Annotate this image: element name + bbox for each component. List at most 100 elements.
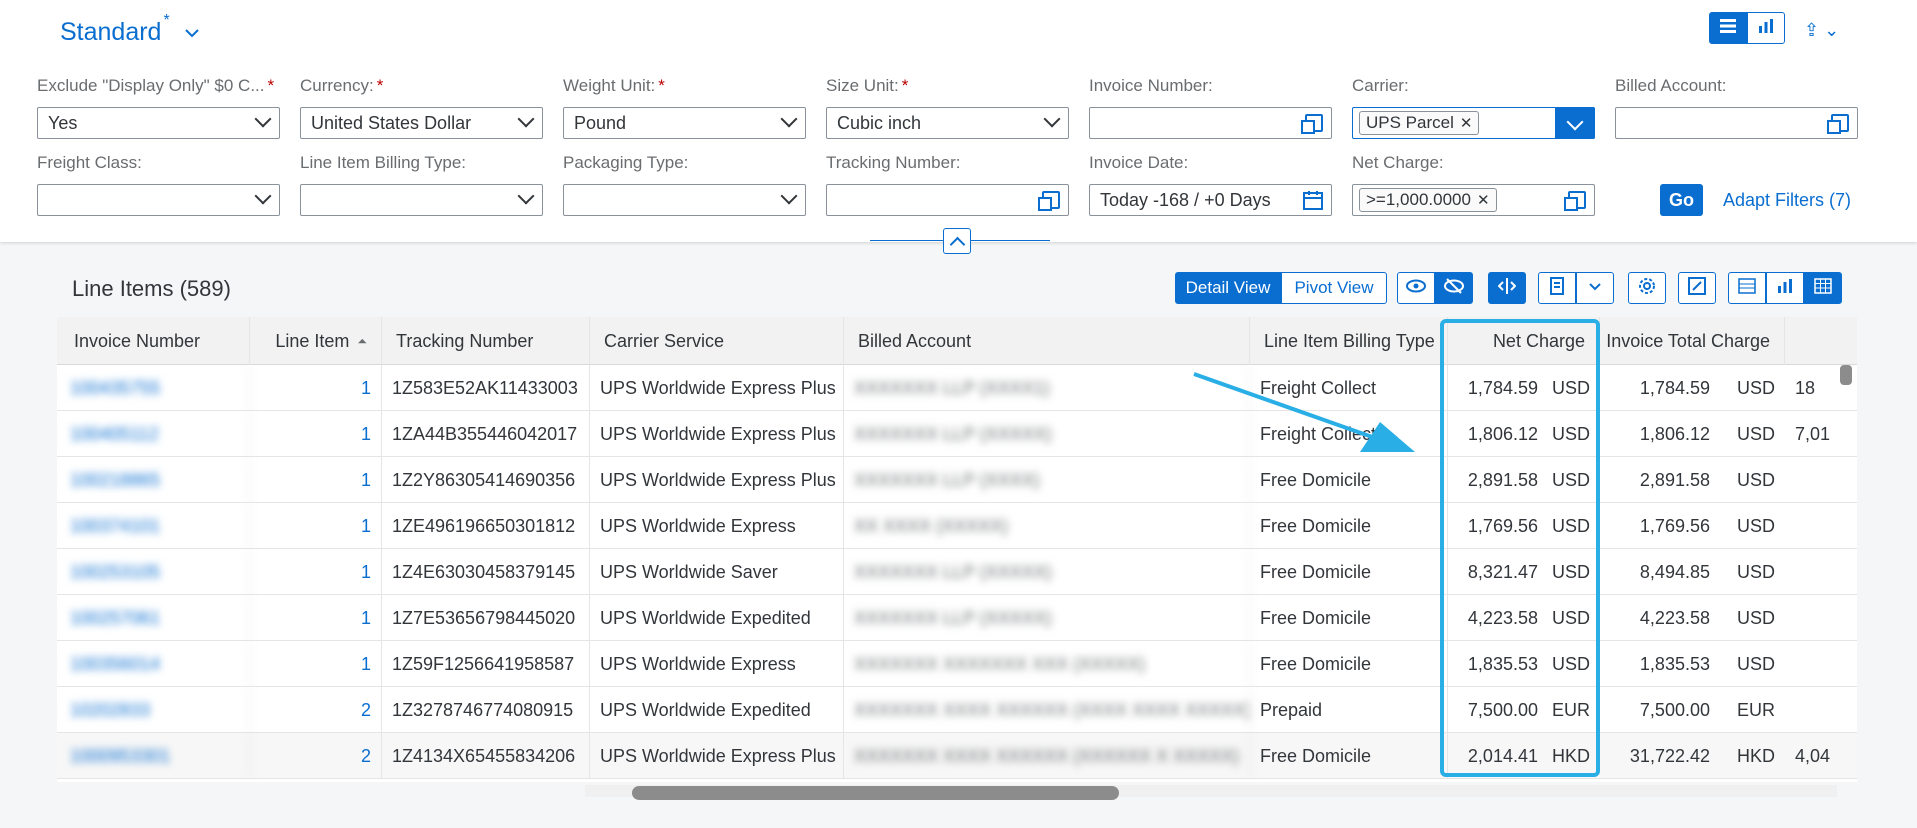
hide-button[interactable] bbox=[1435, 272, 1473, 304]
freight-class-select[interactable] bbox=[37, 184, 280, 216]
col-tracking-number[interactable]: Tracking Number bbox=[382, 317, 590, 365]
value-help-icon[interactable] bbox=[1564, 191, 1586, 211]
col-invoice-number[interactable]: Invoice Number bbox=[60, 317, 250, 365]
cell-inv[interactable]: 1000953301 bbox=[60, 733, 250, 779]
carrier-dropdown-button[interactable] bbox=[1555, 107, 1595, 139]
table-view-button[interactable] bbox=[1709, 12, 1747, 44]
cell-li[interactable]: 1 bbox=[250, 411, 382, 457]
cell-li[interactable]: 1 bbox=[250, 503, 382, 549]
cell-cur: HKD bbox=[1551, 745, 1590, 766]
net-charge-token: >=1,000.0000 ✕ bbox=[1359, 188, 1497, 212]
billing-type-select[interactable] bbox=[300, 184, 543, 216]
cell-li[interactable]: 1 bbox=[250, 595, 382, 641]
share-button[interactable]: ⇪ ⌄ bbox=[1804, 20, 1839, 41]
cell-inv[interactable]: 100374101 bbox=[60, 503, 250, 549]
pivot-view-button[interactable]: Pivot View bbox=[1281, 272, 1387, 304]
cell-inv[interactable]: 100218865 bbox=[60, 457, 250, 503]
carrier-input[interactable]: UPS Parcel ✕ bbox=[1352, 107, 1595, 139]
col-billing-type[interactable]: Line Item Billing Type bbox=[1250, 317, 1448, 365]
col-billed-account[interactable]: Billed Account bbox=[844, 317, 1250, 365]
cell-extra bbox=[1785, 549, 1857, 595]
cell-li[interactable]: 1 bbox=[250, 549, 382, 595]
col-line-item[interactable]: Line Item ⏶ bbox=[250, 317, 382, 365]
table-only-button[interactable] bbox=[1804, 272, 1842, 304]
cell-inv[interactable]: 100356014 bbox=[60, 641, 250, 687]
chart-only-button[interactable] bbox=[1766, 272, 1804, 304]
chevron-down-icon bbox=[517, 187, 535, 205]
cell-tcur: EUR bbox=[1736, 699, 1775, 720]
cell-tot: 8,494.85 bbox=[1639, 561, 1710, 582]
cell-net: 8,321.47 bbox=[1467, 561, 1538, 582]
cell-tcur: USD bbox=[1736, 515, 1775, 536]
table-row[interactable]: 100218865 1 1Z2Y86305414690356 UPS Worldwid… bbox=[57, 457, 1857, 503]
cell-inv[interactable]: 100435755 bbox=[60, 365, 250, 411]
table-row[interactable]: 100257061 1 1Z7E53656798445020 UPS Worldwid… bbox=[57, 595, 1857, 641]
export-menu-button[interactable] bbox=[1576, 272, 1614, 304]
table-row[interactable]: 100374101 1 1ZE496196650301812 UPS Worldwid… bbox=[57, 503, 1857, 549]
show-button[interactable] bbox=[1397, 272, 1435, 304]
cell-net: 1,835.53 bbox=[1467, 653, 1538, 674]
col-invoice-total[interactable]: Invoice Total Charge bbox=[1600, 317, 1785, 365]
packaging-select[interactable] bbox=[563, 184, 806, 216]
billed-account-input[interactable] bbox=[1615, 107, 1858, 139]
net-charge-input[interactable]: >=1,000.0000 ✕ bbox=[1352, 184, 1595, 216]
cell-inv[interactable]: 100253105 bbox=[60, 549, 250, 595]
currency-label: Currency: bbox=[300, 76, 374, 95]
col-net-charge[interactable]: Net Charge bbox=[1448, 317, 1600, 365]
cell-inv[interactable]: 100405112 bbox=[60, 411, 250, 457]
currency-select[interactable]: United States Dollar bbox=[300, 107, 543, 139]
variant-selector[interactable]: Standard * bbox=[60, 12, 200, 47]
table-row[interactable]: 10202833 2 1Z3278746774080915 UPS Worldwide… bbox=[57, 687, 1857, 733]
weight-label: Weight Unit: bbox=[563, 76, 656, 95]
currency-value: United States Dollar bbox=[311, 112, 472, 133]
adapt-filters-link[interactable]: Adapt Filters (7) bbox=[1723, 190, 1851, 211]
cell-inv[interactable]: 10202833 bbox=[60, 687, 250, 733]
table-row[interactable]: 100253105 1 1Z4E63030458379145 UPS Worldwid… bbox=[57, 549, 1857, 595]
close-icon[interactable]: ✕ bbox=[1460, 114, 1473, 132]
value-help-icon[interactable] bbox=[1301, 114, 1323, 134]
cell-type: Free Domicile bbox=[1250, 503, 1448, 549]
col-carrier-service[interactable]: Carrier Service bbox=[590, 317, 844, 365]
detail-view-button[interactable]: Detail View bbox=[1175, 272, 1281, 304]
tracking-label: Tracking Number: bbox=[826, 153, 961, 172]
size-select[interactable]: Cubic inch bbox=[826, 107, 1069, 139]
horizontal-scrollbar-thumb[interactable] bbox=[632, 786, 1119, 800]
value-help-icon[interactable] bbox=[1827, 114, 1849, 134]
invoice-date-value: Today -168 / +0 Days bbox=[1100, 189, 1271, 210]
go-button[interactable]: Go bbox=[1660, 184, 1703, 216]
vertical-scrollbar[interactable] bbox=[1840, 365, 1852, 385]
cell-li[interactable]: 2 bbox=[250, 687, 382, 733]
table-row[interactable]: 100405112 1 1ZA44B355446042017 UPS Worldwid… bbox=[57, 411, 1857, 457]
cell-li[interactable]: 1 bbox=[250, 457, 382, 503]
table-chart-button[interactable] bbox=[1728, 272, 1766, 304]
weight-value: Pound bbox=[574, 112, 627, 133]
cell-li[interactable]: 1 bbox=[250, 365, 382, 411]
cell-inv[interactable]: 100257061 bbox=[60, 595, 250, 641]
invoice-date-filter: Invoice Date: Today -168 / +0 Days bbox=[1089, 153, 1332, 216]
cell-trk: 1Z3278746774080915 bbox=[382, 687, 590, 733]
table-row[interactable]: 100435755 1 1Z583E52AK11433003 UPS Worldwid… bbox=[57, 365, 1857, 411]
chart-view-button[interactable] bbox=[1747, 12, 1785, 44]
settings-button[interactable] bbox=[1628, 272, 1666, 304]
split-view-button[interactable] bbox=[1488, 272, 1526, 304]
export-button[interactable] bbox=[1538, 272, 1576, 304]
cell-net: 2,014.41 bbox=[1467, 745, 1538, 766]
collapse-filter-button[interactable] bbox=[943, 228, 971, 254]
cell-li[interactable]: 1 bbox=[250, 641, 382, 687]
cell-type: Free Domicile bbox=[1250, 549, 1448, 595]
invoice-number-input[interactable] bbox=[1089, 107, 1332, 139]
weight-select[interactable]: Pound bbox=[563, 107, 806, 139]
packaging-filter: Packaging Type: bbox=[563, 153, 806, 216]
cell-svc: UPS Worldwide Express bbox=[590, 503, 844, 549]
exclude-select[interactable]: Yes bbox=[37, 107, 280, 139]
tracking-input[interactable] bbox=[826, 184, 1069, 216]
currency-filter: Currency: * United States Dollar bbox=[300, 76, 543, 139]
table-row[interactable]: 1000953301 2 1Z4134X65455834206 UPS Worldwi… bbox=[57, 733, 1857, 779]
fullscreen-button[interactable] bbox=[1678, 272, 1716, 304]
table-row[interactable]: 100356014 1 1Z59F1256641958587 UPS Worldwid… bbox=[57, 641, 1857, 687]
value-help-icon[interactable] bbox=[1038, 191, 1060, 211]
invoice-date-input[interactable]: Today -168 / +0 Days bbox=[1089, 184, 1332, 216]
close-icon[interactable]: ✕ bbox=[1477, 191, 1490, 209]
cell-li[interactable]: 2 bbox=[250, 733, 382, 779]
calendar-icon[interactable] bbox=[1303, 190, 1323, 215]
